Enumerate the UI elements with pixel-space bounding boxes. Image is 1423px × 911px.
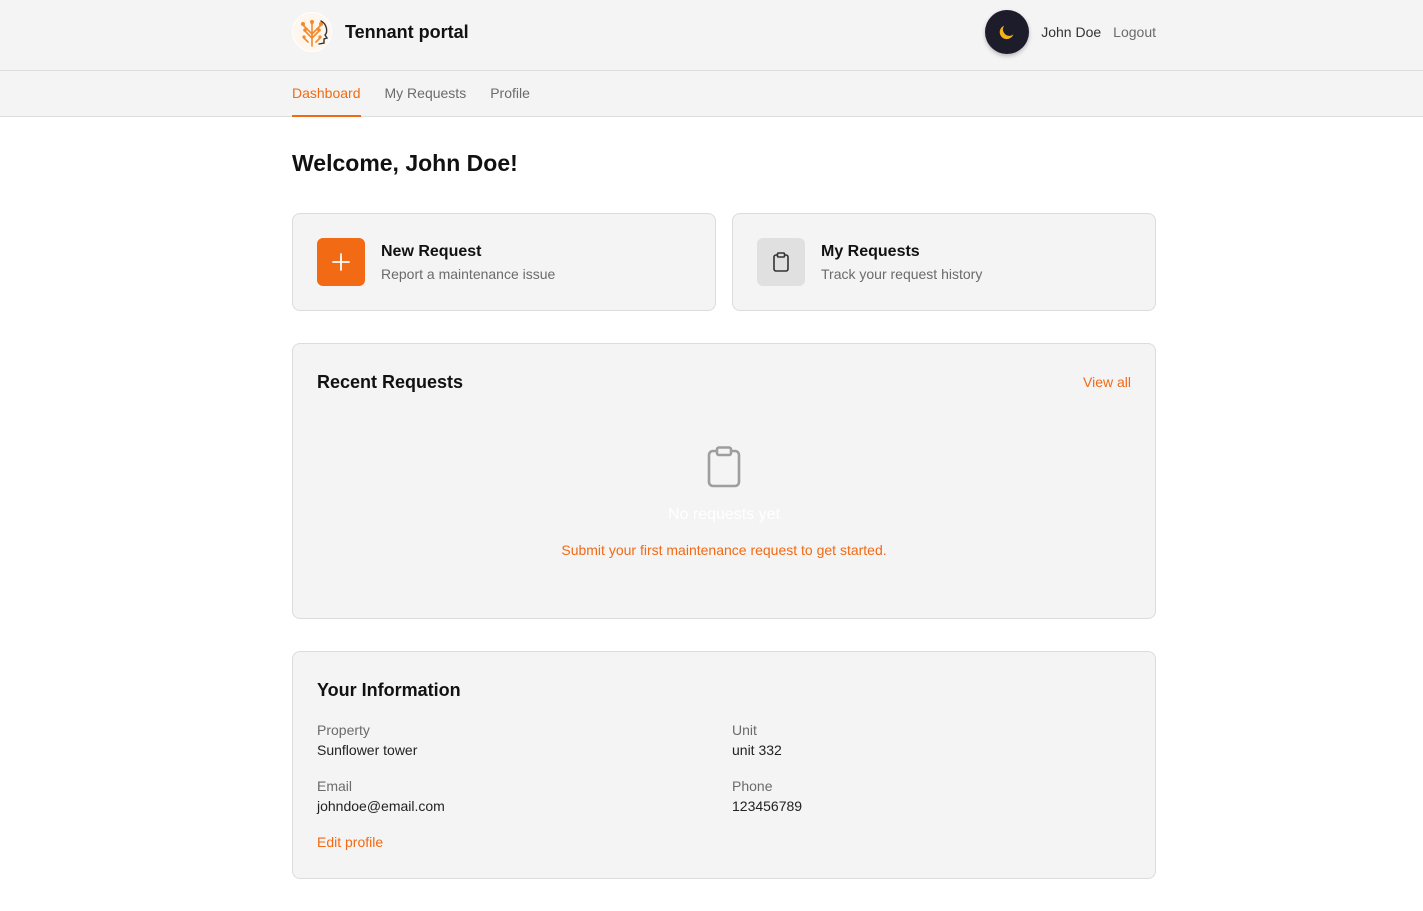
new-request-title: New Request	[381, 242, 482, 260]
plus-icon	[317, 238, 365, 286]
clipboard-icon	[757, 238, 805, 286]
brand-home-link[interactable]: Tennant portal	[292, 12, 469, 52]
phone-label: Phone	[732, 778, 773, 794]
your-information-title: Your Information	[317, 680, 461, 700]
page-title: Welcome, John Doe!	[292, 150, 518, 176]
email-field: Email johndoe@email.com	[317, 778, 445, 814]
phone-value: 123456789	[732, 798, 803, 814]
my-requests-title: My Requests	[821, 242, 920, 260]
empty-clipboard-icon	[707, 446, 741, 488]
top-bar: Tennant portal John Doe Logout	[0, 0, 1423, 71]
new-request-card[interactable]: New Request Report a maintenance issue	[292, 213, 716, 311]
new-request-description: Report a maintenance issue	[381, 265, 556, 282]
logout-link[interactable]: Logout	[1113, 24, 1156, 40]
unit-value: unit 332	[732, 742, 782, 758]
email-value: johndoe@email.com	[317, 798, 445, 814]
user-area: John Doe Logout	[985, 10, 1156, 54]
logo-icon	[292, 12, 332, 52]
tab-dashboard[interactable]: Dashboard	[292, 71, 361, 117]
property-label: Property	[317, 722, 370, 738]
my-requests-card[interactable]: My Requests Track your request history	[732, 213, 1156, 311]
tab-my-requests[interactable]: My Requests	[385, 71, 467, 117]
email-label: Email	[317, 778, 353, 794]
user-name: John Doe	[1041, 24, 1102, 40]
your-information-panel: Your Information Property Sunflower towe…	[292, 651, 1156, 879]
view-all-link[interactable]: View all	[1083, 374, 1131, 390]
my-requests-description: Track your request history	[821, 265, 983, 282]
app-title: Tennant portal	[345, 21, 469, 42]
edit-profile-link[interactable]: Edit profile	[317, 834, 383, 850]
nav-tabs: Dashboard My Requests Profile	[292, 71, 554, 117]
moon-icon	[999, 25, 1014, 40]
empty-state-description: Submit your first maintenance request to…	[561, 542, 887, 558]
phone-field: Phone 123456789	[732, 778, 802, 814]
property-value: Sunflower tower	[317, 742, 418, 758]
nav-bar: Dashboard My Requests Profile	[0, 71, 1423, 117]
unit-field: Unit unit 332	[732, 722, 782, 758]
tab-profile[interactable]: Profile	[490, 71, 530, 117]
my-requests-text: My Requests Track your request history	[821, 243, 982, 282]
new-request-text: New Request Report a maintenance issue	[381, 243, 555, 282]
unit-label: Unit	[732, 722, 757, 738]
theme-toggle-button[interactable]	[985, 10, 1030, 54]
recent-requests-title: Recent Requests	[317, 372, 464, 392]
property-field: Property Sunflower tower	[317, 722, 417, 758]
empty-state-title: No requests yet	[667, 506, 781, 523]
recent-requests-panel: Recent Requests View all No requests yet…	[292, 343, 1156, 619]
